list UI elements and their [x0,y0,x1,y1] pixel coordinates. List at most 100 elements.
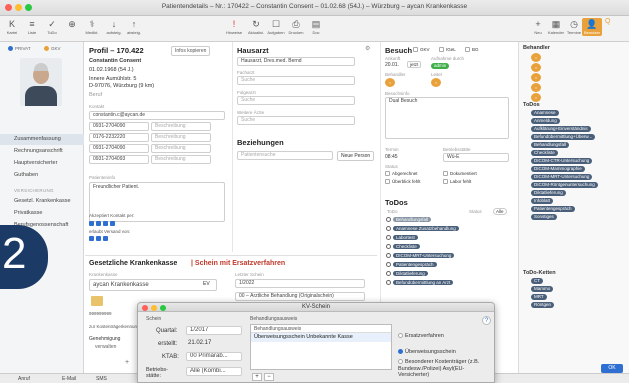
kv-option-gkv[interactable]: GKV [413,47,430,53]
phone-desc-1[interactable]: Beschreibung [151,122,211,131]
toolbar-appointments-button[interactable]: ◷ Termine [564,18,584,36]
dialog-minimize-button[interactable] [151,305,157,311]
copy-info-button[interactable]: Infos kopieren [171,46,211,56]
followup-field[interactable]: Suche [237,96,355,105]
sms-button[interactable]: SMS [96,376,107,382]
treater-chip[interactable]: ○ [531,83,541,92]
sidebar-item-summary[interactable]: Zusammenfassung [0,134,84,145]
room-select[interactable]: Wü-E [443,153,509,162]
todo-row[interactable]: Befundübermittlung an Arzt [386,279,454,286]
todo-row[interactable]: Patientengespräch [386,261,437,268]
toolbar-liste-button[interactable]: ≡ Liste [22,18,42,36]
toolbar-sort-asc-button[interactable]: ↓ aufsteig. [104,18,124,36]
toolbar-tasks-button[interactable]: ☐ Aufgaben [266,18,286,36]
kasse-field[interactable]: aycan Krankenkasse [89,279,217,291]
chain-tag[interactable]: Röntgen [531,302,555,308]
right-todo-tag[interactable]: Aufklärung+Einverständnis [531,126,591,132]
toolbar-calendar-button[interactable]: ▦ Kalender [546,18,566,36]
kv-option-igel[interactable]: IGeL [439,47,456,53]
contact-checkbox-row[interactable] [89,221,117,227]
right-todo-tag[interactable]: Behandlungsfall [531,142,570,148]
todo-row[interactable]: DICOM-MRT-Untersuchung [386,252,455,259]
sidebar-item-statutory[interactable]: Gesetzl. Krankenkasse [0,196,84,207]
gkv-radio[interactable]: GKV [44,46,61,52]
todo-all-button[interactable]: Alle [493,208,507,215]
specialist-field[interactable]: Suche [237,76,355,85]
right-todo-tag[interactable]: Sonstiges [531,214,557,220]
right-todo-tag[interactable]: Diktatlieferung [531,190,566,196]
todo-row[interactable]: Anamnese Zusatzbehandlung [386,225,459,232]
right-todo-tag[interactable]: Infoblatt [531,198,554,204]
call-button[interactable]: Anruf [18,376,30,382]
site-select[interactable]: Alle (Kombi... [186,367,242,376]
quarter-select[interactable]: 1/2017 [186,326,242,335]
todo-row[interactable]: Checkliste [386,243,420,250]
remove-row-button[interactable]: − [264,373,274,381]
dialog-zoom-button[interactable] [160,305,166,311]
toolbar-print-button[interactable]: ⎙ Drucken [286,18,306,36]
phone-desc-2[interactable]: Beschreibung [151,133,211,142]
option-referral[interactable]: Überweisungsschein [398,349,456,355]
flag-billed[interactable]: Abgerechnet [385,171,418,177]
toolbar-user-button[interactable]: 👤 Benutzer [582,18,602,36]
chain-tag[interactable]: Mammo [531,286,554,292]
new-person-button[interactable]: Neue Person [337,151,375,161]
right-todo-tag[interactable]: Anamnese [531,110,559,116]
since-field[interactable]: 1/2022 [235,279,365,288]
todo-row[interactable]: Behandlungsfall [386,216,432,223]
right-todo-tag[interactable]: DICOM-MRT-Untersuchung [531,174,593,180]
toolbar-new-button[interactable]: + Neu [528,18,548,36]
kv-option-bg[interactable]: BG [465,47,479,53]
sidebar-item-credit[interactable]: Guthaben [0,170,84,181]
toolbar-todo-button[interactable]: ✓ ToDo [42,18,62,36]
leader-avatar[interactable]: ○ [431,78,441,87]
right-todo-tag[interactable]: Patientengespräch [531,206,575,212]
phone-desc-3[interactable]: Beschreibung [151,144,211,153]
flag-missing-overview[interactable]: Überblick fehlt [385,179,421,185]
phone-field-2[interactable]: 0176-2232220 [89,133,149,142]
phone-field-4[interactable]: 0931-2704093 [89,155,149,164]
permission-manage[interactable]: verwalten [95,344,116,350]
right-todo-tag[interactable]: DICOM-Mammographie [531,166,585,172]
right-todo-tag[interactable]: DICOM-Röntgenuntersuchung [531,182,598,188]
more-doctors-field[interactable]: Suche [237,116,355,125]
phone-desc-4[interactable]: Beschreibung [151,155,211,164]
settings-icon[interactable]: ⚙ [365,45,370,52]
add-row-button[interactable]: + [252,373,262,381]
right-todo-tag[interactable]: DICOM-CTR-Untersuchung [531,158,593,164]
chain-tag[interactable]: MRT [531,294,547,300]
right-todo-tag[interactable]: Anmeldung [531,118,560,124]
gp-field[interactable]: Hausarzt, Dres.med. Bernd [237,57,355,66]
toolbar-refresh-button[interactable]: ↻ Aktualisi. [246,18,266,36]
toolbar-medikt-button[interactable]: ⚕ Medikt. [82,18,102,36]
treater-chip[interactable]: ○ [531,93,541,102]
option-special-payer[interactable]: Besonderer Kostenträger (z.B. Bundesw./P… [398,359,492,379]
case-field[interactable]: 00 – Ärztliche Behandlung (Originalschei… [235,292,365,301]
dialog-close-button[interactable] [142,305,148,311]
toolbar-sort-desc-button[interactable]: ↑ absteig. [124,18,144,36]
now-button[interactable]: jetzt [407,61,422,68]
toolbar-add-button[interactable]: ⊕ [62,18,82,30]
treater-chip[interactable]: ○ [531,73,541,82]
sidebar-item-main-insured[interactable]: Hauptversicherter [0,158,84,169]
allowed-checkbox-row[interactable] [89,236,110,242]
email-field[interactable]: constantin.c@aycan.de [89,111,225,120]
sidebar-item-private[interactable]: Privatkasse [0,208,84,219]
todo-row[interactable]: Diktatlieferung [386,270,428,277]
sidebar-item-billing-address[interactable]: Rechnungsanschrift [0,146,84,157]
right-todo-tag[interactable]: Befundübermittlung+Überw... [531,134,596,140]
treater-avatar[interactable]: ○ [385,78,395,87]
phone-field-3[interactable]: 0931-2704090 [89,144,149,153]
search-icon[interactable]: Q [603,18,625,26]
ref-table-row[interactable]: Überweisungsschein Unbekannte Kasse [251,333,391,342]
phone-field-1[interactable]: 0931-2704090 [89,122,149,131]
email-button[interactable]: E-Mail [62,376,76,382]
visit-info-field[interactable]: Dual Besuch [385,97,509,139]
add-icon[interactable]: + [125,359,129,366]
right-todo-tag[interactable]: Checkliste [531,150,558,156]
ktab-select[interactable]: 00 Primärab... [186,352,242,361]
relation-search-field[interactable]: Patientensuche [237,151,333,160]
privat-radio[interactable]: PRIVAT [8,46,31,52]
toolbar-kartei-button[interactable]: K Kartei [2,18,22,36]
toolbar-doc-button[interactable]: ▤ Doc [306,18,326,36]
